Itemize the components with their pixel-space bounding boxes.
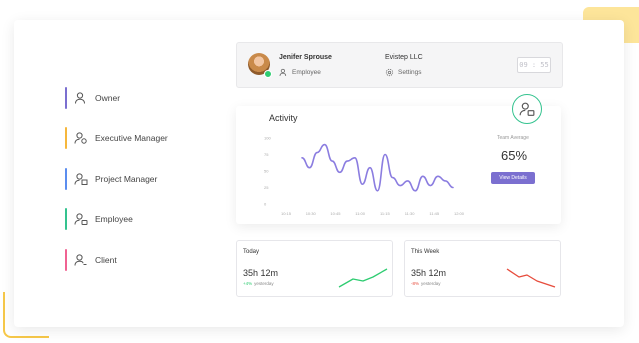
timer-display: 09 : 55 <box>517 57 551 73</box>
user-settings-icon <box>74 131 88 145</box>
user-badge-icon <box>519 102 535 116</box>
today-card: Today 35h 12m +4% yesterday <box>236 240 393 297</box>
user-icon <box>74 253 88 267</box>
user-icon <box>74 91 88 105</box>
team-average-value: 65% <box>501 148 528 163</box>
role-label: Project Manager <box>95 174 158 184</box>
role-item-executive-manager[interactable]: Executive Manager <box>65 127 168 149</box>
today-comparison: +4% yesterday <box>243 281 282 286</box>
role-item-owner[interactable]: Owner <box>65 87 120 109</box>
settings-link[interactable]: Settings <box>385 68 422 77</box>
user-role-label: Employee <box>292 69 321 76</box>
role-label: Owner <box>95 93 121 103</box>
today-value: 35h 12m <box>243 268 279 278</box>
week-card: This Week 35h 12m -8% yesterday <box>404 240 561 297</box>
week-vs-label: yesterday <box>421 281 441 286</box>
y-tick-label: 50 <box>264 169 269 174</box>
user-icon <box>279 68 287 77</box>
team-average-label: Team Average <box>497 135 529 141</box>
gear-icon <box>385 68 394 77</box>
view-details-button[interactable]: View Details <box>491 172 535 184</box>
user-name: Jenifer Sprouse <box>279 54 332 61</box>
today-change: +4% <box>243 281 253 286</box>
user-board-icon <box>74 172 88 186</box>
week-sparkline <box>506 268 556 288</box>
user-role: Employee <box>279 68 321 77</box>
profile-badge[interactable] <box>512 94 542 124</box>
week-title: This Week <box>411 249 440 255</box>
role-item-project-manager[interactable]: Project Manager <box>65 168 157 190</box>
user-panel: Jenifer Sprouse Employee Evistep LLC Set… <box>236 42 563 88</box>
x-tick-label: 12:00 <box>454 211 465 216</box>
settings-label: Settings <box>398 69 422 76</box>
role-label: Executive Manager <box>95 133 168 143</box>
y-tick-label: 75 <box>264 152 269 157</box>
role-label: Client <box>95 255 117 265</box>
role-color-bar <box>65 249 67 271</box>
role-color-bar <box>65 208 67 230</box>
activity-line-chart: 0 25 50 75 100 10:15 10:30 10:45 11:00 11:15 11:30… <box>264 136 465 217</box>
today-title: Today <box>243 249 260 255</box>
online-status-dot <box>264 70 272 78</box>
x-tick-label: 10:45 <box>330 211 341 216</box>
x-tick-label: 11:15 <box>380 211 390 216</box>
x-tick-label: 10:15 <box>281 211 292 216</box>
role-color-bar <box>65 127 67 149</box>
role-color-bar <box>65 168 67 190</box>
x-tick-label: 11:45 <box>429 211 439 216</box>
week-value: 35h 12m <box>411 268 447 278</box>
role-color-bar <box>65 87 67 109</box>
x-tick-label: 11:30 <box>405 211 415 216</box>
y-tick-label: 25 <box>264 185 269 190</box>
y-tick-label: 100 <box>264 136 271 141</box>
activity-series-line <box>301 143 454 192</box>
role-item-employee[interactable]: Employee <box>65 208 133 230</box>
today-sparkline <box>338 268 388 288</box>
week-comparison: -8% yesterday <box>411 281 449 286</box>
company-name: Evistep LLC <box>385 54 423 61</box>
today-vs-label: yesterday <box>254 281 274 286</box>
x-tick-label: 11:00 <box>355 211 365 216</box>
user-badge-icon <box>74 212 88 226</box>
activity-card: Activity 0 25 50 75 100 10:15 10:30 10:45 11:00 1… <box>236 106 561 224</box>
x-tick-label: 10:30 <box>306 211 317 216</box>
activity-title: Activity <box>269 113 298 123</box>
role-label: Employee <box>95 214 133 224</box>
role-item-client[interactable]: Client <box>65 249 117 271</box>
week-change: -8% <box>411 281 420 286</box>
y-tick-label: 0 <box>264 202 267 207</box>
